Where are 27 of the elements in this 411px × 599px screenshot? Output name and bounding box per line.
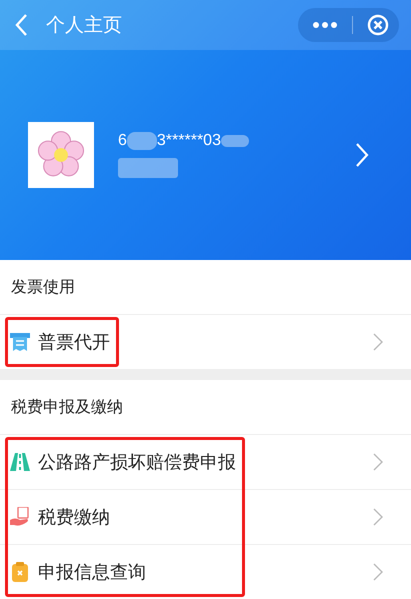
account-id: 3******03: [156, 132, 221, 150]
menu-item[interactable]: 申报信息查询: [0, 545, 411, 599]
chevron-right-icon: [373, 508, 383, 526]
section-title: 发票使用: [0, 260, 411, 315]
menu-item[interactable]: 公路路产损坏赔偿费申报: [0, 435, 411, 490]
clipboard-icon: [10, 562, 30, 582]
menu-item[interactable]: 税费缴纳: [0, 490, 411, 545]
menu-item-label: 公路路产损坏赔偿费申报: [38, 451, 237, 474]
section-title: 税费申报及缴纳: [0, 380, 411, 435]
menu-item-label: 税费缴纳: [38, 506, 111, 529]
receipt-icon: [10, 332, 30, 352]
redaction-blur: [118, 158, 178, 178]
menu-item-label: 申报信息查询: [38, 561, 147, 584]
menu-item-label: 普票代开: [38, 331, 111, 354]
chevron-right-icon: [373, 333, 383, 351]
chevron-right-icon[interactable]: [355, 142, 369, 168]
redaction-blur: [126, 132, 157, 150]
redaction-blur: [220, 135, 249, 147]
chevron-right-icon: [373, 563, 383, 581]
hand-document-icon: [10, 507, 30, 527]
chevron-right-icon: [373, 453, 383, 471]
account-id: 6: [118, 132, 127, 150]
page-title: 个人主页: [46, 13, 123, 38]
more-icon[interactable]: [312, 21, 338, 29]
road-icon: [10, 452, 30, 472]
close-icon[interactable]: [367, 14, 389, 36]
back-icon[interactable]: [14, 13, 28, 37]
